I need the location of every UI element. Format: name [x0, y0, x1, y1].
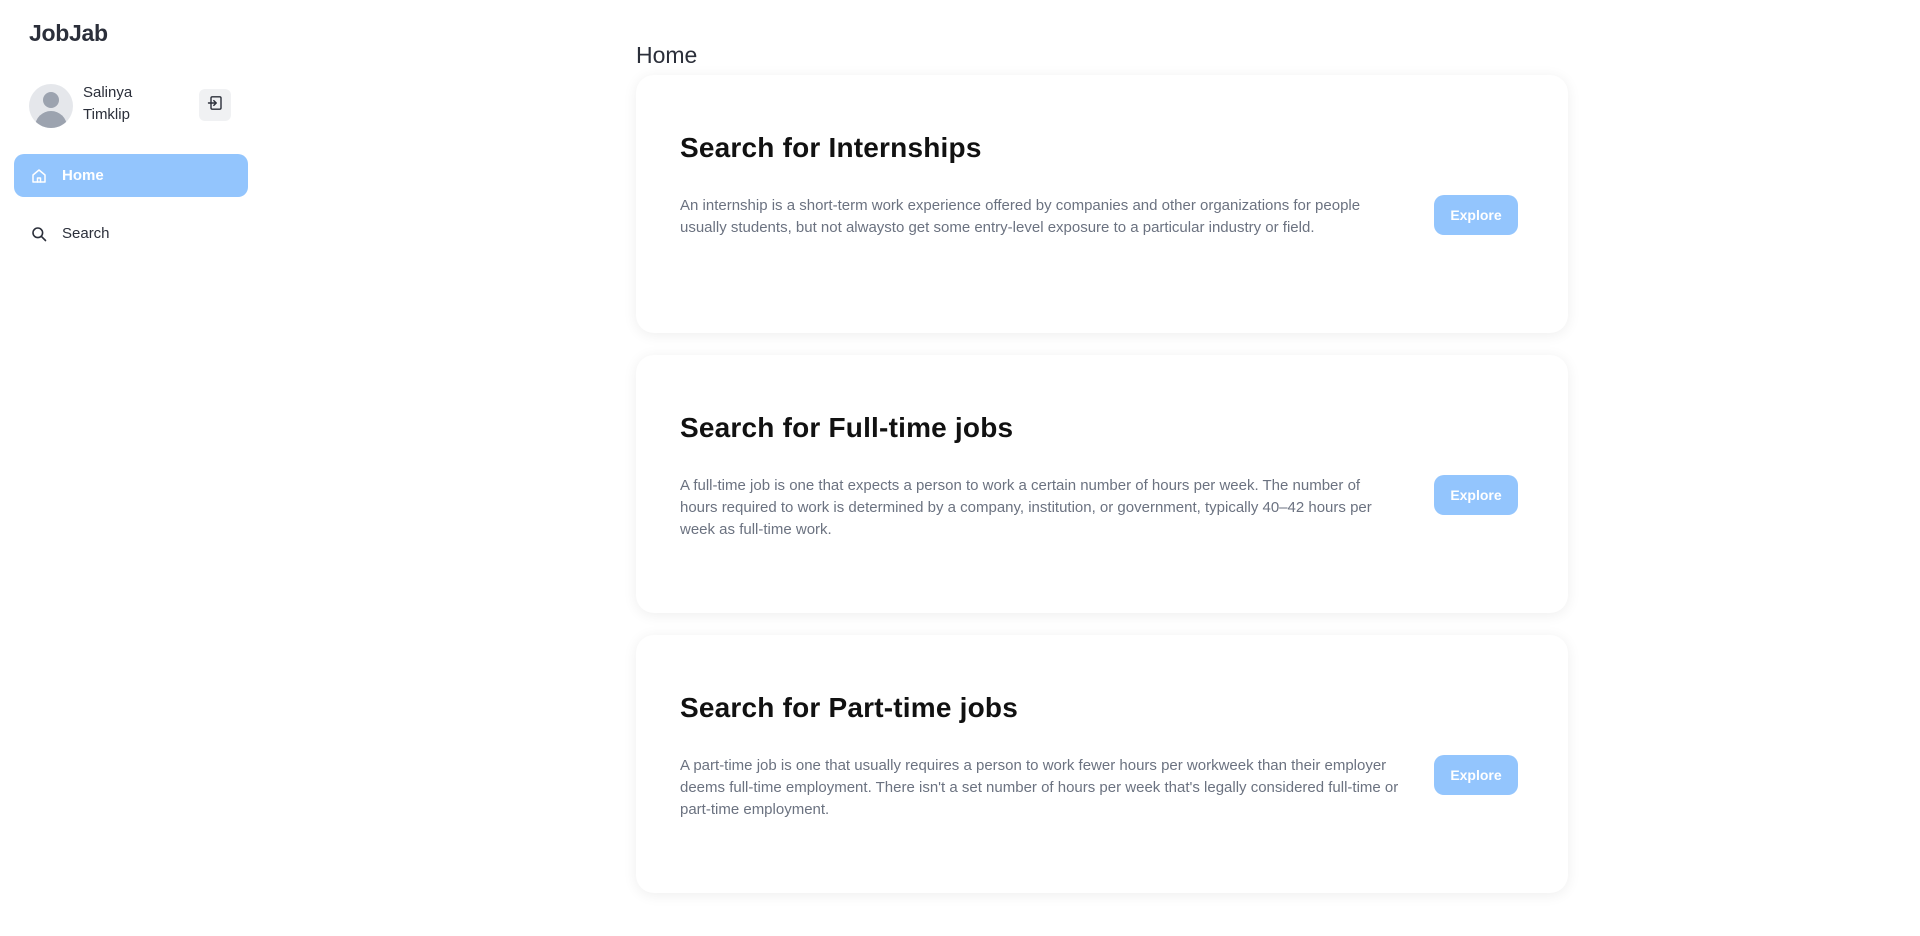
card-full-time-jobs: Search for Full-time jobs A full-time jo… — [636, 355, 1568, 613]
search-icon — [30, 225, 47, 242]
sidebar-item-label: Home — [62, 167, 104, 184]
main-content: Home Search for Internships An internshi… — [636, 0, 1568, 936]
sidebar-item-label: Search — [62, 225, 110, 242]
user-first-name: Salinya — [83, 84, 133, 101]
explore-button[interactable]: Explore — [1434, 755, 1518, 795]
explore-button[interactable]: Explore — [1434, 195, 1518, 235]
sidebar-item-search[interactable]: Search — [14, 212, 248, 255]
card-description: A part-time job is one that usually requ… — [680, 757, 1399, 818]
logout-button[interactable] — [199, 89, 231, 121]
card-internships: Search for Internships An internship is … — [636, 75, 1568, 333]
card-title: Search for Internships — [680, 132, 982, 163]
page-title: Home — [636, 42, 698, 69]
app-logo[interactable]: JobJab — [29, 20, 108, 47]
user-last-name: Timklip — [83, 106, 130, 123]
card-title: Search for Part-time jobs — [680, 692, 1018, 723]
card-part-time-jobs: Search for Part-time jobs A part-time jo… — [636, 635, 1568, 893]
card-title: Search for Full-time jobs — [680, 412, 1014, 443]
home-icon — [30, 167, 47, 184]
card-description: An internship is a short-term work exper… — [680, 197, 1361, 236]
sidebar: JobJab Salinya Timklip Home Search — [0, 0, 260, 936]
sidebar-item-home[interactable]: Home — [14, 154, 248, 197]
card-description: A full-time job is one that expects a pe… — [680, 477, 1372, 538]
explore-button[interactable]: Explore — [1434, 475, 1518, 515]
avatar — [29, 84, 73, 128]
user-profile: Salinya Timklip — [29, 82, 235, 128]
user-name: Salinya Timklip — [83, 82, 173, 126]
logout-icon — [207, 95, 223, 116]
